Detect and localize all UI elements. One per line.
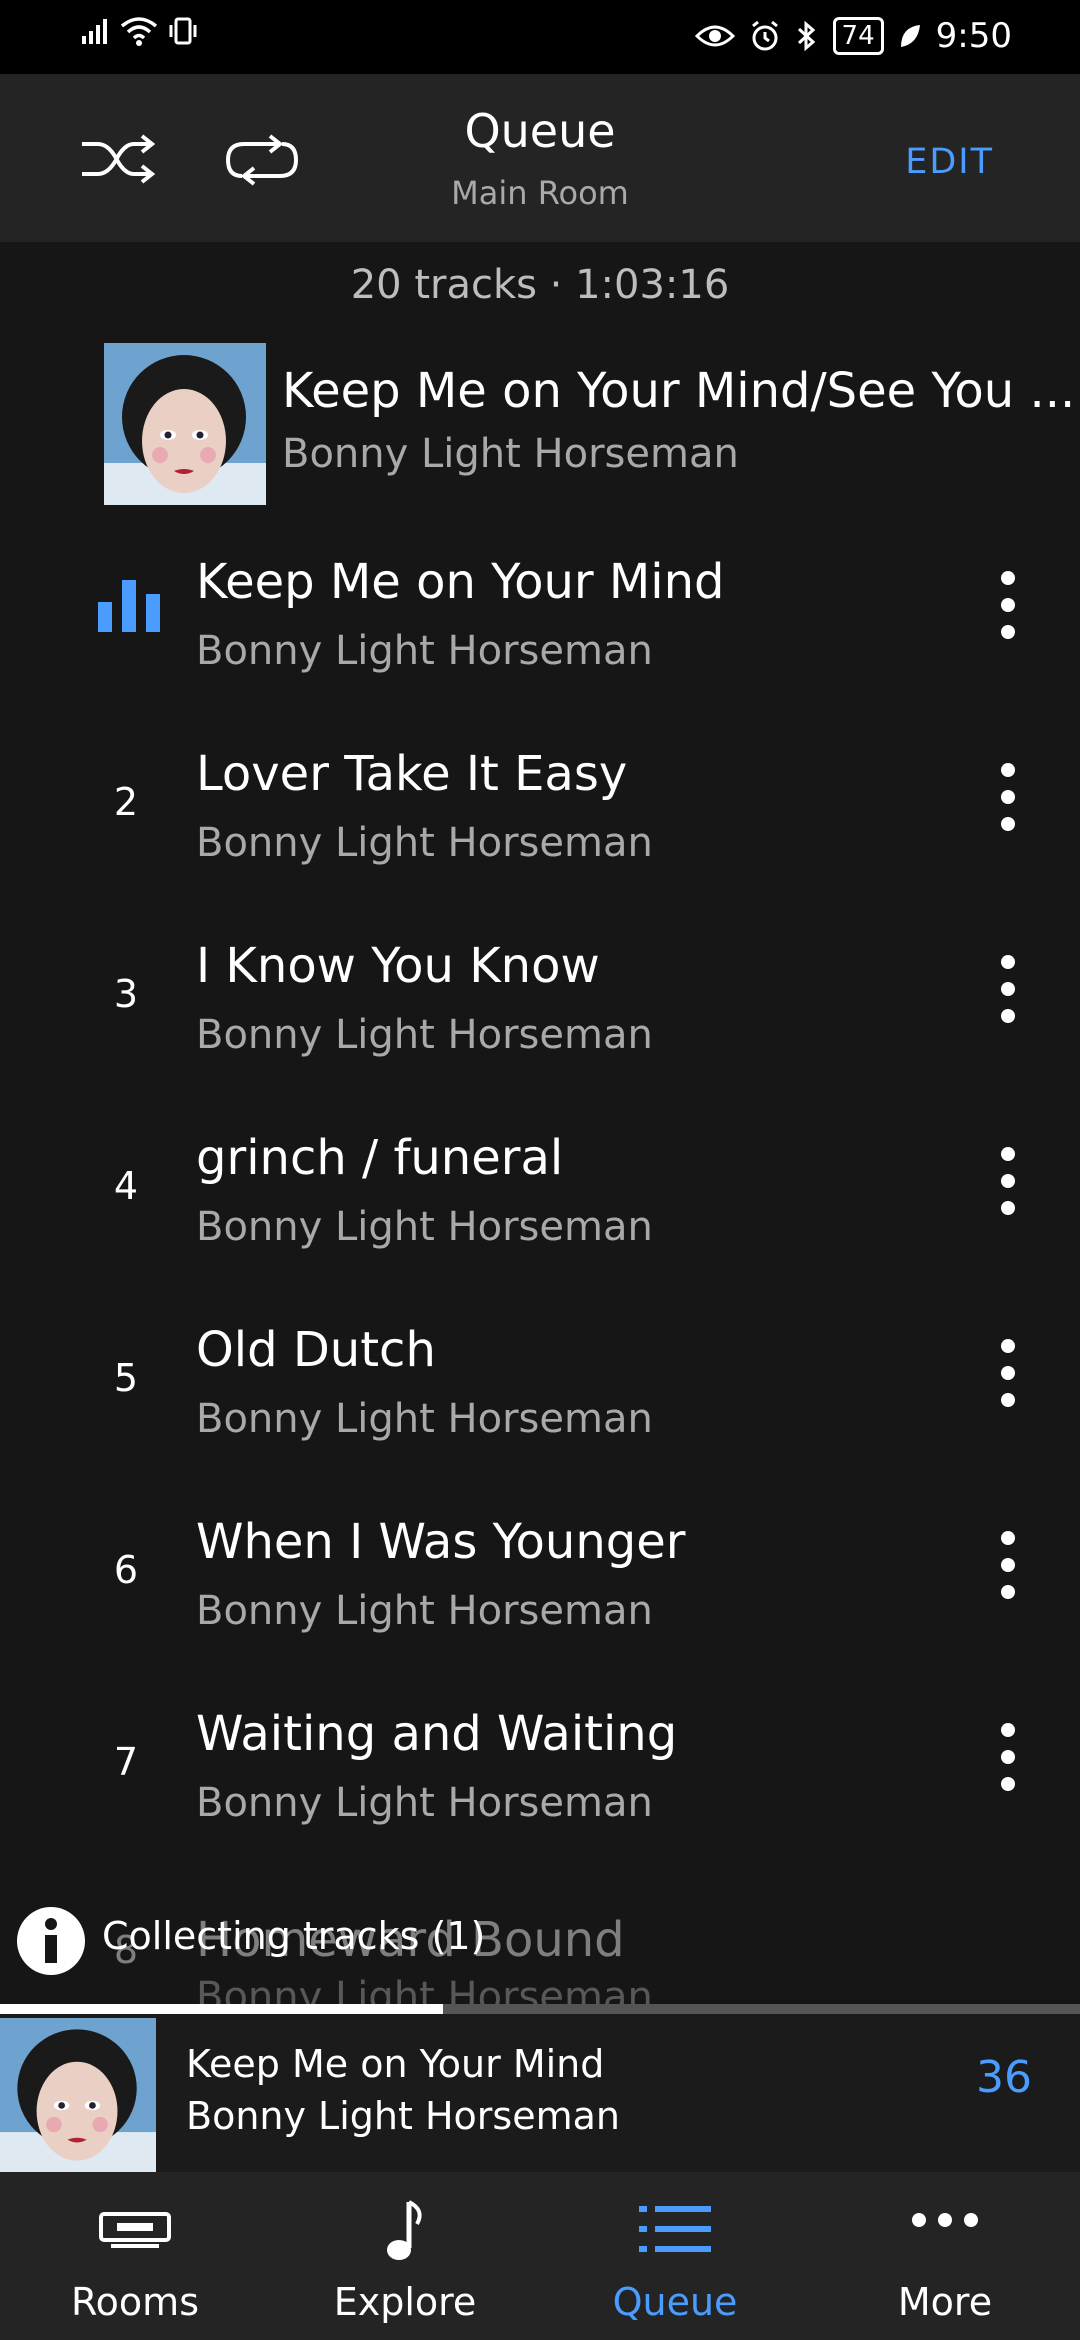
- album-row[interactable]: Keep Me on Your Mind/See You ... Bonny L…: [104, 343, 1075, 505]
- edit-button[interactable]: EDIT: [905, 142, 994, 182]
- track-title: grinch / funeral: [196, 1130, 564, 1186]
- info-icon: [17, 1907, 85, 1975]
- collecting-toast: 8 Homeward Bound Bonny Light Horseman Co…: [0, 1870, 1080, 2020]
- track-number: 7: [113, 1740, 139, 1784]
- track-row[interactable]: 6 When I Was Younger Bonny Light Horsema…: [0, 1478, 1080, 1670]
- clock: 9:50: [935, 16, 1012, 56]
- battery-level: 74: [832, 17, 884, 55]
- track-row[interactable]: Keep Me on Your Mind Bonny Light Horsema…: [0, 518, 1080, 710]
- toast-message: Collecting tracks (1): [102, 1914, 486, 1958]
- progress-fill: [0, 2004, 443, 2014]
- tab-label: Queue: [612, 2280, 738, 2324]
- tab-more[interactable]: More: [810, 2172, 1080, 2340]
- track-number: 3: [113, 972, 139, 1016]
- queue-header: Queue Main Room EDIT: [0, 74, 1080, 242]
- rooms-icon: [99, 2212, 171, 2248]
- track-title: Keep Me on Your Mind: [196, 554, 725, 610]
- track-artist: Bonny Light Horseman: [196, 1204, 653, 1250]
- album-artist: Bonny Light Horseman: [282, 431, 739, 477]
- track-title: I Know You Know: [196, 938, 600, 994]
- track-row[interactable]: 7 Waiting and Waiting Bonny Light Horsem…: [0, 1670, 1080, 1862]
- track-row[interactable]: 4 grinch / funeral Bonny Light Horseman: [0, 1094, 1080, 1286]
- now-playing-art: [0, 2018, 156, 2172]
- status-bar: 74 9:50: [0, 0, 1080, 74]
- track-more-icon[interactable]: [990, 570, 1026, 640]
- track-artist: Bonny Light Horseman: [196, 1012, 653, 1058]
- album-art: [104, 343, 266, 505]
- tab-explore[interactable]: Explore: [270, 2172, 540, 2340]
- track-more-icon[interactable]: [990, 1530, 1026, 1600]
- track-row[interactable]: 2 Lover Take It Easy Bonny Light Horsema…: [0, 710, 1080, 902]
- now-playing-eq-icon: [98, 580, 160, 632]
- tab-label: More: [897, 2280, 993, 2324]
- track-title: When I Was Younger: [196, 1514, 686, 1570]
- wifi-icon: [120, 17, 158, 46]
- track-more-icon[interactable]: [990, 1146, 1026, 1216]
- track-artist: Bonny Light Horseman: [196, 1588, 653, 1634]
- track-number: 2: [113, 780, 139, 824]
- eye-icon: [694, 25, 735, 47]
- track-title: Lover Take It Easy: [196, 746, 628, 802]
- queue-summary: 20 tracks · 1:03:16: [350, 262, 730, 308]
- now-playing-title: Keep Me on Your Mind: [186, 2042, 605, 2086]
- track-artist: Bonny Light Horseman: [196, 1780, 653, 1826]
- more-icon: [912, 2213, 978, 2227]
- bluetooth-icon: [797, 20, 815, 52]
- track-title: Waiting and Waiting: [196, 1706, 678, 1762]
- track-number: 5: [113, 1356, 139, 1400]
- bottom-tab-bar: Rooms Explore Queue More: [0, 2172, 1080, 2340]
- track-more-icon[interactable]: [990, 1338, 1026, 1408]
- track-more-icon[interactable]: [990, 1722, 1026, 1792]
- queue-list-icon: [639, 2206, 711, 2252]
- music-note-icon: [387, 2200, 422, 2260]
- track-artist: Bonny Light Horseman: [196, 1396, 653, 1442]
- album-title: Keep Me on Your Mind/See You ...: [282, 363, 1076, 419]
- track-artist: Bonny Light Horseman: [196, 628, 653, 674]
- tab-rooms[interactable]: Rooms: [0, 2172, 270, 2340]
- track-more-icon[interactable]: [990, 954, 1026, 1024]
- track-row[interactable]: 3 I Know You Know Bonny Light Horseman: [0, 902, 1080, 1094]
- playback-progress[interactable]: [0, 2004, 1080, 2014]
- track-row[interactable]: 5 Old Dutch Bonny Light Horseman: [0, 1286, 1080, 1478]
- track-title: Old Dutch: [196, 1322, 436, 1378]
- track-artist: Bonny Light Horseman: [196, 820, 653, 866]
- leaf-icon: [900, 25, 920, 47]
- track-number: 4: [113, 1164, 139, 1208]
- now-playing-artist: Bonny Light Horseman: [186, 2094, 620, 2138]
- tab-queue[interactable]: Queue: [540, 2172, 810, 2340]
- tab-label: Explore: [333, 2280, 477, 2324]
- now-playing-bar[interactable]: Keep Me on Your Mind Bonny Light Horsema…: [0, 2014, 1080, 2172]
- tab-label: Rooms: [70, 2280, 199, 2324]
- signal-icon: [82, 19, 107, 44]
- volume-level[interactable]: 36: [976, 2052, 1032, 2103]
- vibrate-icon: [169, 17, 197, 45]
- track-more-icon[interactable]: [990, 762, 1026, 832]
- alarm-icon: [751, 20, 778, 51]
- track-number: 6: [113, 1548, 139, 1592]
